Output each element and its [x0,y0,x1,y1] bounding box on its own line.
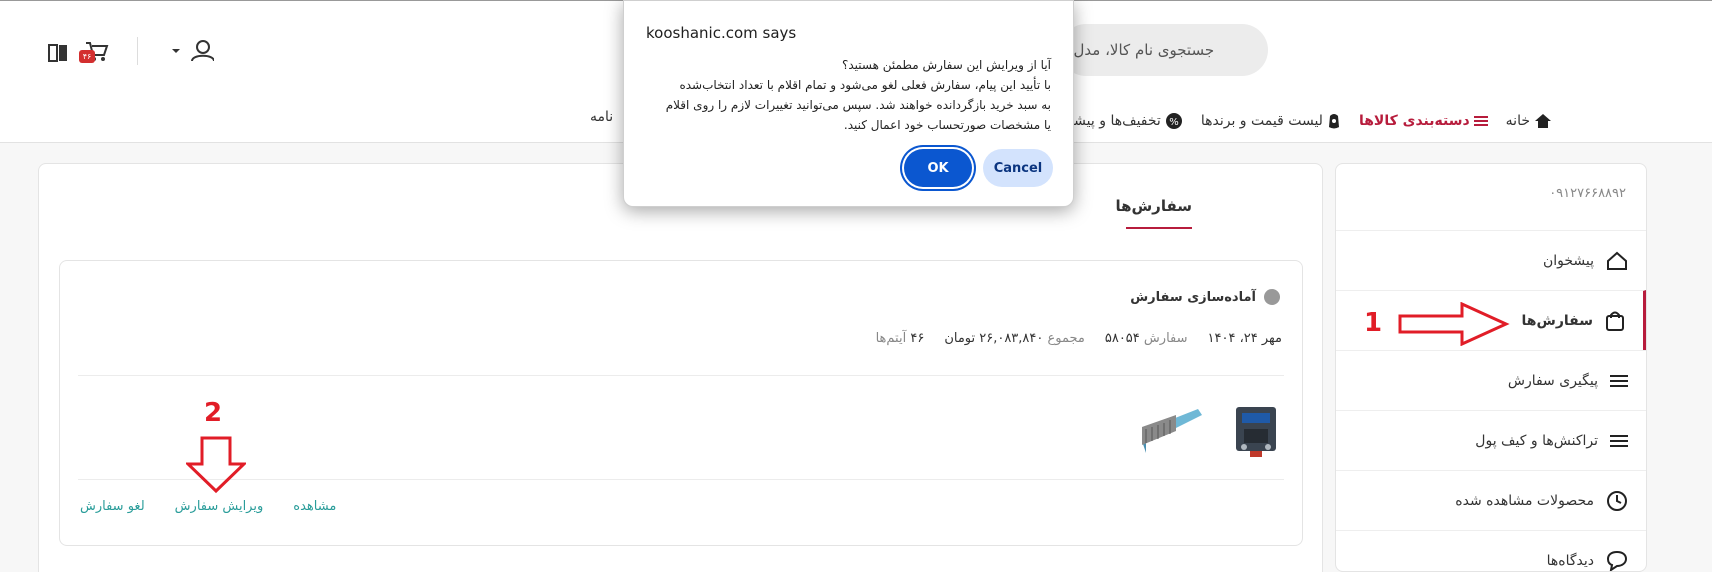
order-total-label: مجموع [1047,331,1085,346]
order-items-count: ۴۶ [910,331,925,346]
product-thumbnail-contactor[interactable] [1230,401,1282,459]
sidebar-item-label: پیشخوان [1542,252,1594,269]
nav-item-price-list[interactable]: لیست قیمت و برندها [1201,112,1341,130]
discount-icon: % [1165,113,1182,129]
annotation-arrow-down-icon [186,436,246,494]
sidebar-item-label: سفارش‌ها [1521,312,1593,329]
nav-item-home[interactable]: خانه [1506,113,1552,129]
sidebar-item-label: دیدگاه‌ها [1546,552,1594,569]
account-sidebar: ۰۹۱۲۷۶۶۸۸۹۲ پیشخوان سفارش‌ها پیگیری سفار… [1335,163,1647,572]
order-number-label: سفارش [1143,331,1188,346]
nav-item-categories[interactable]: دسته‌بندی کالاها [1359,113,1488,129]
menu-icon [1473,116,1488,126]
list-icon [1610,434,1628,447]
orders-panel: سفارش‌ها آماده‌سازی سفارش مهر ۲۴، ۱۴۰۴ س… [38,163,1323,572]
status-dot-icon [1264,289,1280,305]
order-actions: مشاهده ویرایش سفارش لغو سفارش [80,499,336,514]
list-icon [1610,374,1628,387]
annotation-arrow-right-icon [1398,302,1510,346]
user-account-icon[interactable] [170,39,214,63]
order-status: آماده‌سازی سفارش [1130,289,1280,305]
sidebar-item-label: تراکنش‌ها و کیف پول [1475,432,1598,449]
svg-text:%: % [1169,117,1179,128]
sidebar-item-label: محصولات مشاهده شده [1455,492,1594,509]
search-input[interactable]: جستجوی نام کالا، مدل یا [1060,24,1268,76]
dialog-message: آیا از ویرایش این سفارش مطمئن هستید؟ با … [641,55,1051,135]
product-thumbnail-terminal-block[interactable] [1136,401,1206,457]
sidebar-item-transactions[interactable]: تراکنش‌ها و کیف پول [1336,410,1646,470]
annotation-step-1: 1 [1364,308,1383,338]
nav-item-label: لیست قیمت و برندها [1200,113,1323,129]
clock-icon [1607,490,1627,511]
main-nav: خانه دسته‌بندی کالاها لیست قیمت و برندها… [990,101,1552,141]
view-order-link[interactable]: مشاهده [293,499,336,514]
order-number: ۵۸۰۵۴ [1104,331,1140,346]
ok-button[interactable]: OK [904,149,972,187]
compare-icon[interactable] [47,42,69,64]
shopping-bag-icon [1606,311,1624,331]
annotation-step-2: 2 [204,398,223,428]
dialog-message-line: آیا از ویرایش این سفارش مطمئن هستید؟ [841,58,1051,72]
dialog-message-line: به سبد خرید بازگردانده خواهند شد. سپس می… [665,98,1051,112]
order-date: مهر ۲۴، ۱۴۰۴ [1207,331,1283,346]
nav-item-label: خانه [1505,113,1530,129]
nav-item-label: دسته‌بندی کالاها [1358,113,1470,129]
cancel-button[interactable]: Cancel [983,149,1053,187]
order-items-label: آیتم‌ها [875,331,907,346]
dialog-message-line: یا مشخصات صورتحساب خود اعمال کنید. [843,118,1051,132]
dialog-message-line: با تأیید این پیام، سفارش فعلی لغو می‌شود… [679,78,1051,92]
edit-order-link[interactable]: ویرایش سفارش [175,499,264,514]
dialog-title: kooshanic.com says [646,24,797,42]
home-icon [1535,114,1551,128]
order-card: آماده‌سازی سفارش مهر ۲۴، ۱۴۰۴ سفارش ۵۸۰۵… [59,260,1303,546]
header-divider [137,37,138,65]
order-meta: مهر ۲۴، ۱۴۰۴ سفارش ۵۸۰۵۴ مجموع ۲۶,۰۸۳,۸۴… [876,331,1282,346]
sidebar-item-viewed-products[interactable]: محصولات مشاهده شده [1336,470,1646,530]
card-divider [78,375,1284,376]
card-divider [78,479,1284,480]
sidebar-item-order-tracking[interactable]: پیگیری سفارش [1336,350,1646,410]
price-tag-icon [1328,114,1339,129]
sidebar-item-comments[interactable]: دیدگاه‌ها [1336,530,1646,571]
order-products [1136,401,1282,459]
sidebar-item-dashboard[interactable]: پیشخوان [1336,230,1646,290]
home-outline-icon [1607,251,1627,270]
comment-icon [1606,550,1628,571]
cart-count-badge: ۴۶ [79,50,95,63]
user-phone: ۰۹۱۲۷۶۶۸۸۹۲ [1549,186,1626,201]
nav-item-partial[interactable]: نامه [590,109,613,125]
sidebar-item-label: پیگیری سفارش [1507,372,1598,389]
confirm-dialog: kooshanic.com says آیا از ویرایش این سفا… [623,0,1074,207]
order-total: ۲۶,۰۸۳,۸۴۰ تومان [944,331,1044,346]
cancel-order-link[interactable]: لغو سفارش [80,499,145,514]
tab-orders[interactable]: سفارش‌ها [1115,197,1192,215]
tab-active-indicator [1126,227,1192,229]
order-status-label: آماده‌سازی سفارش [1130,289,1256,305]
